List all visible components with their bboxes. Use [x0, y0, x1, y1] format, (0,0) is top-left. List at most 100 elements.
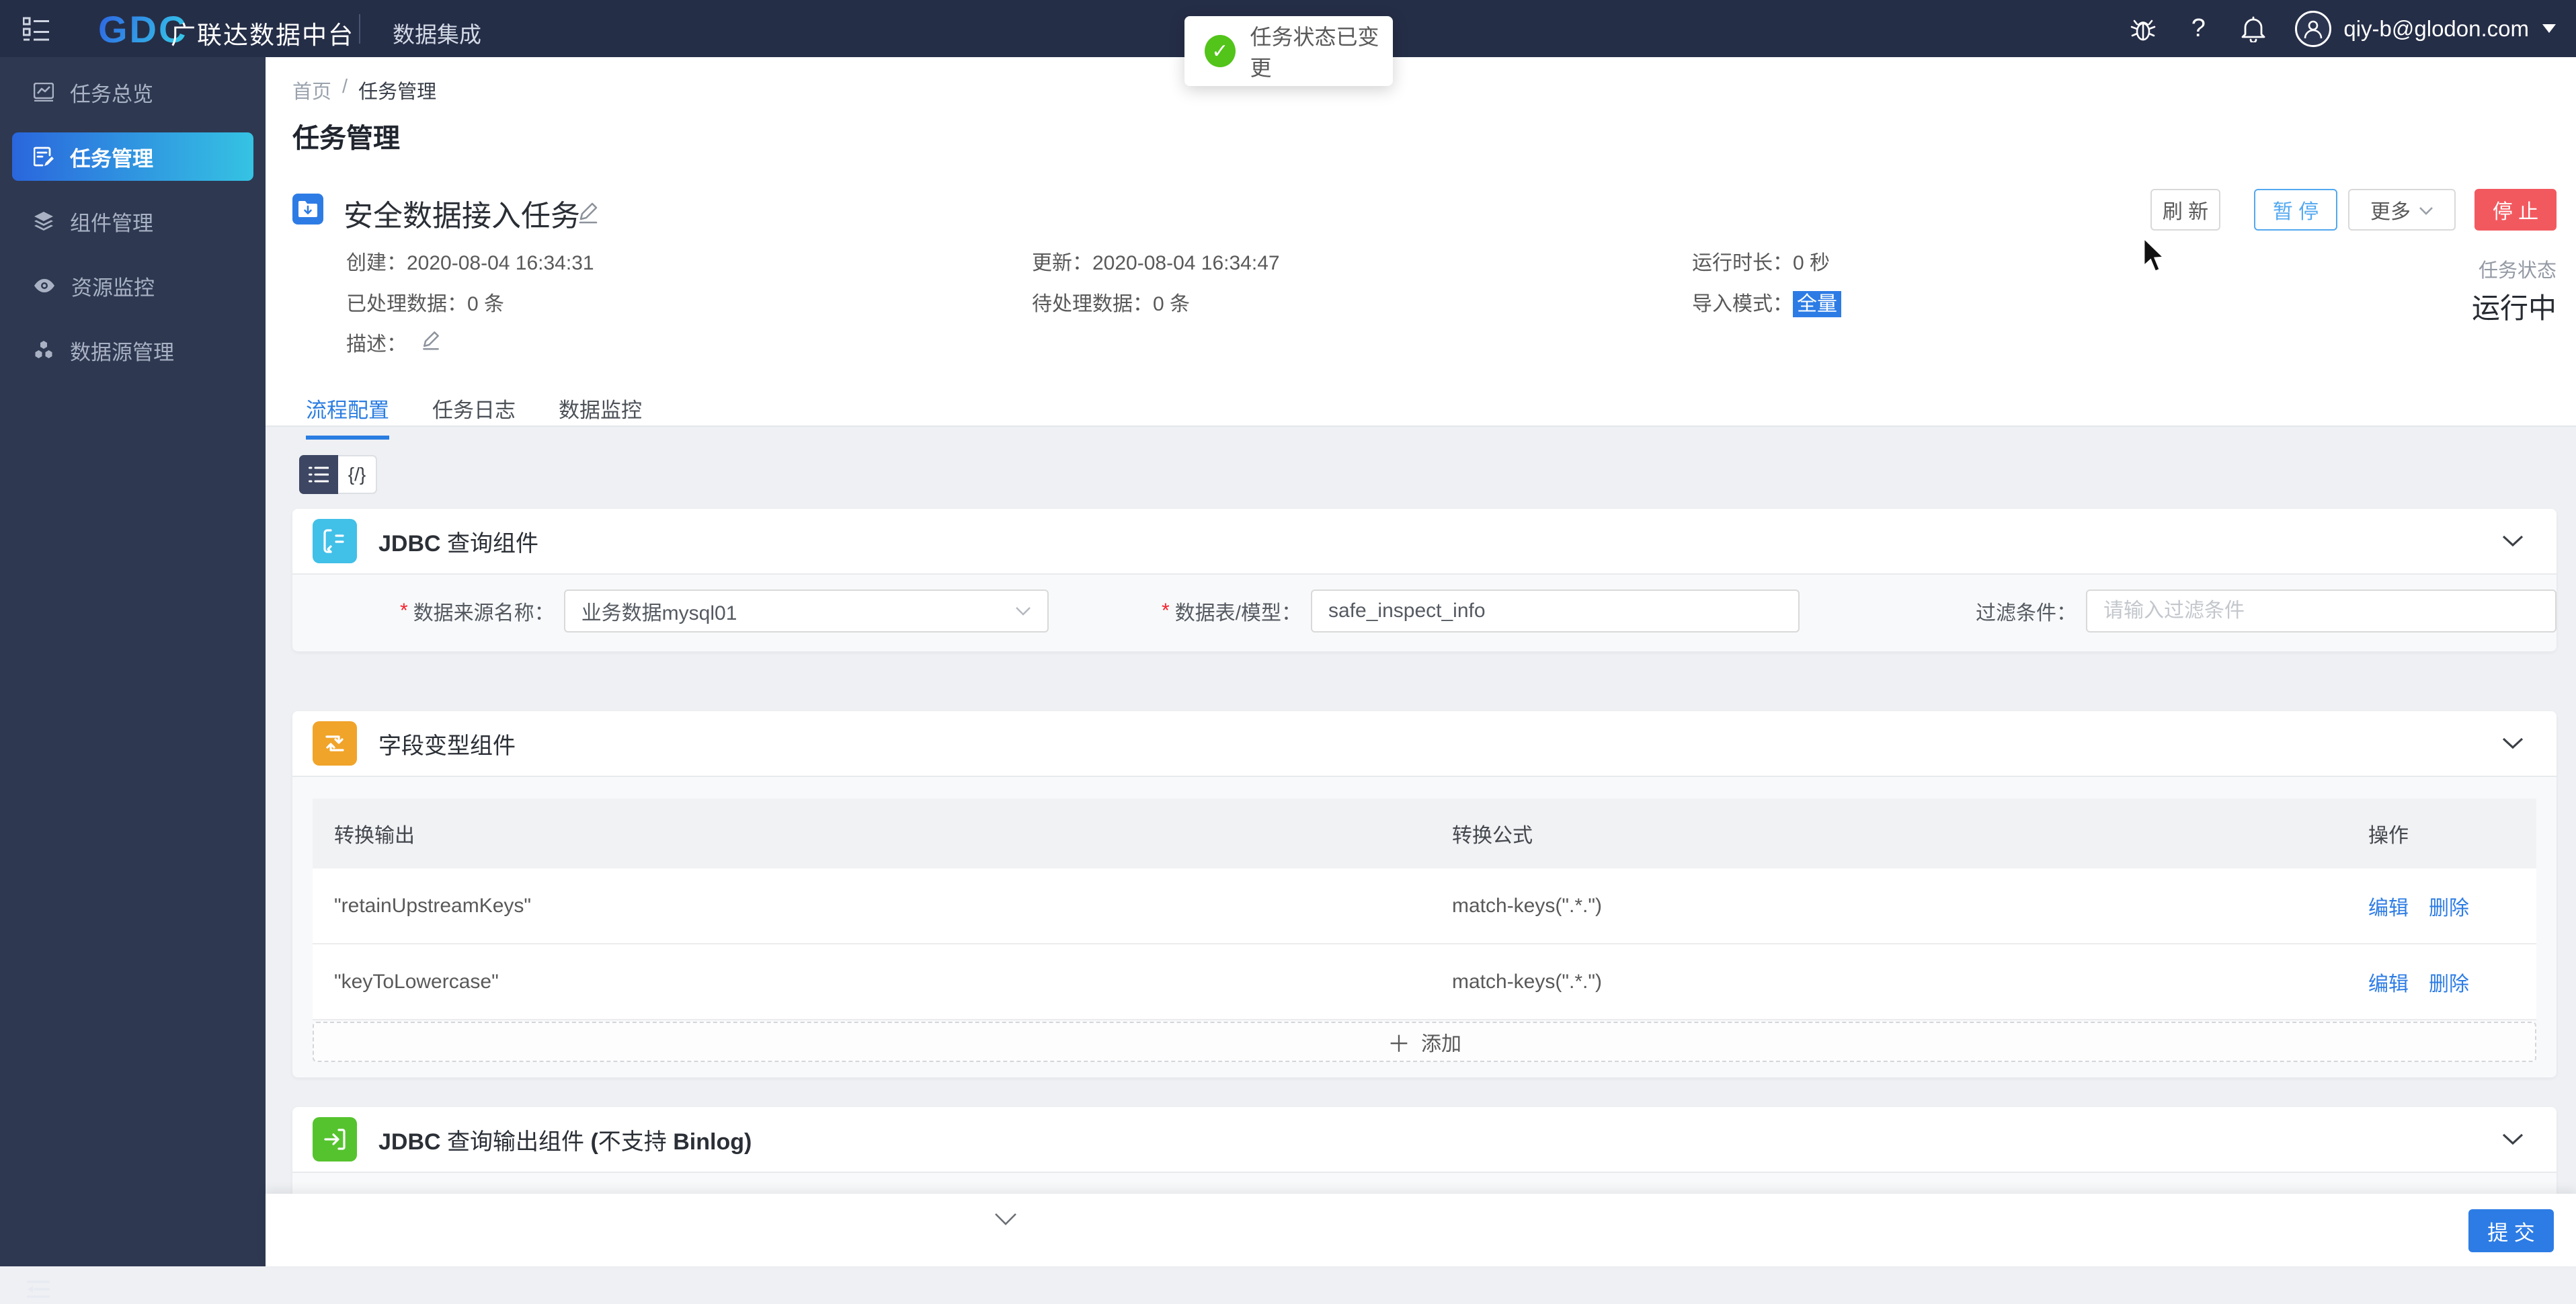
sidebar-item-task-management[interactable]: 任务管理 [12, 132, 253, 181]
filter-input-wrap [2086, 589, 2557, 633]
table-model-input[interactable] [1328, 600, 1782, 622]
pending-label: 待处理数据： [1032, 293, 1153, 315]
toast-notification: ✓ 任务状态已变更 [1184, 16, 1393, 86]
toast-message: 任务状态已变更 [1250, 20, 1393, 82]
user-email: qiy-b@glodon.com [2343, 16, 2529, 42]
refresh-button[interactable]: 刷 新 [2150, 189, 2220, 231]
edit-link[interactable]: 编辑 [2368, 891, 2409, 921]
edit-description-icon[interactable] [420, 329, 442, 356]
import-mode-label: 导入模式： [1692, 293, 1793, 315]
edit-task-name-icon[interactable] [576, 200, 600, 227]
select-caret-icon [1015, 606, 1031, 616]
meta-pending: 待处理数据：0 条 [1032, 287, 1190, 317]
card-field-transform-header[interactable]: 字段变型组件 [292, 711, 2557, 777]
meta-updated: 更新：2020-08-04 16:34:47 [1032, 246, 1280, 276]
sidebar-item-label: 资源监控 [71, 271, 155, 301]
meta-import-mode: 导入模式：全量 [1692, 287, 1841, 317]
sidebar-item-resource-monitor[interactable]: 资源监控 [12, 261, 253, 310]
panel-collapse-chevron-icon[interactable] [993, 1211, 1018, 1227]
required-asterisk: * [1162, 600, 1170, 622]
meta-processed: 已处理数据：0 条 [346, 287, 504, 317]
filter-label: 过滤条件： [1976, 596, 2077, 626]
submit-button[interactable]: 提 交 [2468, 1209, 2554, 1252]
jdbc-query-icon [313, 519, 357, 563]
code-view-button[interactable]: {/} [338, 455, 377, 494]
edit-link[interactable]: 编辑 [2368, 967, 2409, 997]
more-button[interactable]: 更多 [2348, 189, 2456, 231]
success-check-icon: ✓ [1205, 35, 1236, 67]
required-asterisk: * [400, 600, 408, 622]
collapse-chevron-icon[interactable] [2501, 534, 2524, 548]
card-jdbc-query: JDBC 查询组件 * 数据来源名称： 业务数据mysql01 * 数 [292, 509, 2557, 651]
filter-input[interactable] [2103, 600, 2539, 622]
sidebar-item-label: 数据源管理 [70, 335, 174, 366]
jdbc-output-icon [313, 1117, 357, 1162]
flow-config-content: {/} JDBC 查询组件 * 数据来源名称： 业务数据mysql [266, 428, 2576, 1266]
card-title: 字段变型组件 [378, 727, 2480, 760]
table-model-label: 数据表/模型： [1175, 596, 1301, 626]
more-button-label: 更多 [2370, 195, 2411, 225]
user-menu[interactable]: qiy-b@glodon.com [2295, 11, 2556, 47]
sidebar-item-task-overview[interactable]: 任务总览 [12, 68, 253, 116]
bug-icon[interactable] [2130, 15, 2157, 42]
updated-value: 2020-08-04 16:34:47 [1092, 252, 1280, 274]
table-row: "keyToLowercase" match-keys(".*.") 编辑 删除 [313, 944, 2536, 1020]
cell-formula: match-keys(".*.") [1452, 971, 2368, 993]
sidebar-item-label: 任务管理 [70, 142, 153, 172]
stop-button[interactable]: 停 止 [2474, 189, 2557, 231]
meta-runtime: 运行时长：0 秒 [1692, 246, 1830, 276]
breadcrumb-home[interactable]: 首页 [292, 76, 331, 104]
user-caret-icon [2542, 24, 2556, 33]
sidebar: 任务总览 任务管理 组件管理 资源监控 数据源管理 [0, 57, 266, 1266]
card-title: JDBC 查询输出组件 (不支持 Binlog) [378, 1123, 2480, 1156]
delete-link[interactable]: 删除 [2429, 967, 2469, 997]
field-filter: 过滤条件： [1976, 589, 2557, 633]
delete-link[interactable]: 删除 [2429, 891, 2469, 921]
more-caret-icon [2419, 206, 2433, 216]
datasource-value: 业务数据mysql01 [581, 596, 737, 626]
field-transform-icon [313, 721, 357, 766]
transform-table-header: 转换输出 转换公式 操作 [313, 799, 2536, 868]
collapse-chevron-icon[interactable] [2501, 1133, 2524, 1146]
main-area: 首页 / 任务管理 任务管理 安全数据接入任务 刷 新 暂 停 更多 停 止 [266, 57, 2576, 1266]
sidebar-collapse-icon[interactable] [27, 1279, 50, 1301]
col-formula-header: 转换公式 [1452, 819, 2368, 848]
bell-icon[interactable] [2240, 15, 2267, 42]
navbar-divider [359, 14, 360, 44]
datasource-label: 数据来源名称： [413, 596, 555, 626]
navbar-right: ? qiy-b@glodon.com [2130, 0, 2556, 57]
sidebar-item-label: 任务总览 [70, 77, 153, 108]
card-jdbc-query-header[interactable]: JDBC 查询组件 [292, 509, 2557, 575]
collapse-chevron-icon[interactable] [2501, 737, 2524, 750]
add-transform-button[interactable]: ＋ 添加 [313, 1022, 2536, 1062]
task-status-label: 任务状态 [2479, 255, 2557, 283]
nav-list-icon[interactable] [23, 16, 50, 42]
pause-button[interactable]: 暂 停 [2254, 189, 2337, 231]
task-name: 安全数据接入任务 [344, 192, 580, 235]
plus-icon: ＋ [1387, 1026, 1410, 1059]
breadcrumb-separator: / [342, 76, 348, 104]
import-mode-value: 全量 [1793, 291, 1841, 317]
sidebar-item-datasource-management[interactable]: 数据源管理 [12, 326, 253, 374]
cell-output: "retainUpstreamKeys" [313, 895, 1452, 918]
datasource-select[interactable]: 业务数据mysql01 [564, 589, 1049, 633]
task-type-icon [292, 194, 323, 225]
processed-label: 已处理数据： [346, 293, 467, 315]
meta-description: 描述： [346, 327, 442, 357]
task-status-value: 运行中 [2472, 286, 2557, 327]
col-ops-header: 操作 [2368, 819, 2536, 848]
sidebar-item-label: 组件管理 [70, 206, 153, 237]
app-window: GDC 广联达数据中台 数据集成 ? qiy-b@glodon.com [0, 0, 2576, 1266]
jdbc-query-form: * 数据来源名称： 业务数据mysql01 * 数据表/模型： [292, 576, 2557, 650]
sidebar-item-component-management[interactable]: 组件管理 [12, 197, 253, 245]
field-datasource: * 数据来源名称： 业务数据mysql01 [400, 589, 1049, 633]
card-title: JDBC 查询组件 [378, 525, 2480, 558]
runtime-label: 运行时长： [1692, 252, 1793, 274]
list-view-button[interactable] [299, 455, 338, 494]
help-icon[interactable]: ? [2185, 15, 2212, 42]
nav-item-data-integration[interactable]: 数据集成 [393, 17, 481, 49]
field-table-model: * 数据表/模型： [1162, 589, 1800, 633]
product-title: 广联达数据中台 [171, 15, 354, 51]
card-jdbc-output-header[interactable]: JDBC 查询输出组件 (不支持 Binlog) [292, 1107, 2557, 1173]
cell-output: "keyToLowercase" [313, 971, 1452, 993]
